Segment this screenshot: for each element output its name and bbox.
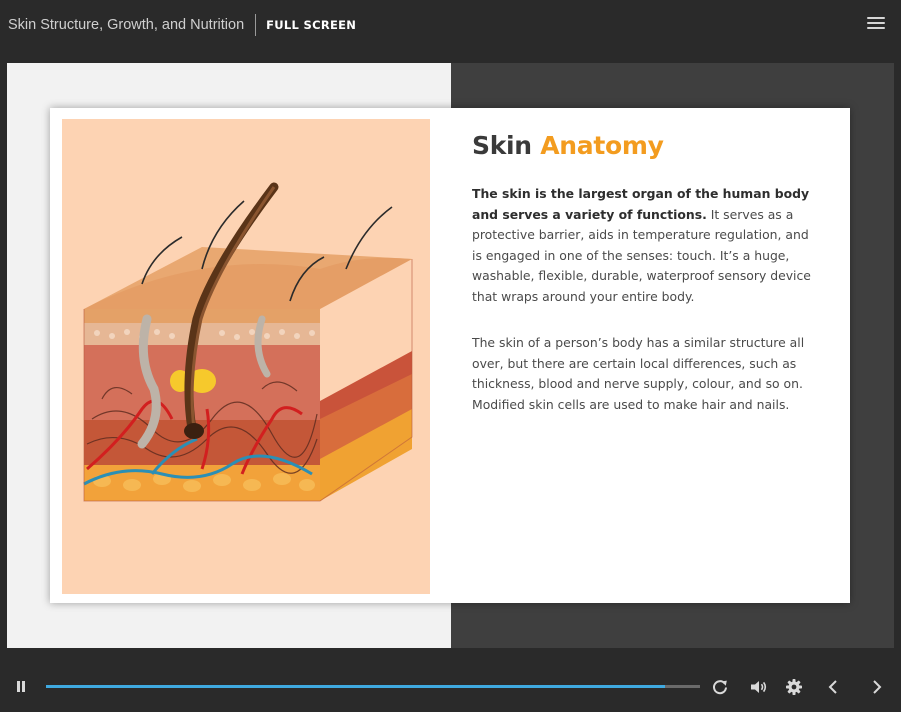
player-controls: [0, 662, 901, 712]
seek-bar-progress: [46, 685, 666, 688]
slide-heading: Skin Anatomy: [472, 130, 822, 162]
pause-icon[interactable]: [14, 679, 28, 695]
title-divider: [255, 14, 257, 36]
structure-paragraph: The skin of a person’s body has a simila…: [472, 335, 805, 412]
slide-text-panel: Skin Anatomy The skin is the largest org…: [472, 130, 822, 415]
hamburger-menu-icon[interactable]: [867, 17, 885, 31]
chevron-left-icon[interactable]: [826, 678, 840, 696]
slide-card: Skin Anatomy The skin is the largest org…: [50, 108, 850, 603]
intro-paragraph: The skin is the largest organ of the hum…: [472, 184, 822, 307]
volume-icon[interactable]: [749, 678, 769, 696]
slide-heading-accent: Anatomy: [540, 131, 664, 160]
slide-stage: Skin Anatomy The skin is the largest org…: [7, 63, 894, 648]
fullscreen-button[interactable]: FULL SCREEN: [266, 18, 356, 32]
replay-icon[interactable]: [711, 678, 729, 696]
top-bar: Skin Structure, Growth, and Nutrition FU…: [0, 0, 901, 50]
seek-bar[interactable]: [46, 685, 700, 688]
slide-heading-plain: Skin: [472, 131, 541, 160]
chevron-right-icon[interactable]: [870, 678, 884, 696]
skin-cross-section-illustration: [62, 119, 430, 594]
course-title: Skin Structure, Growth, and Nutrition: [8, 17, 245, 33]
settings-gear-icon[interactable]: [785, 678, 803, 696]
